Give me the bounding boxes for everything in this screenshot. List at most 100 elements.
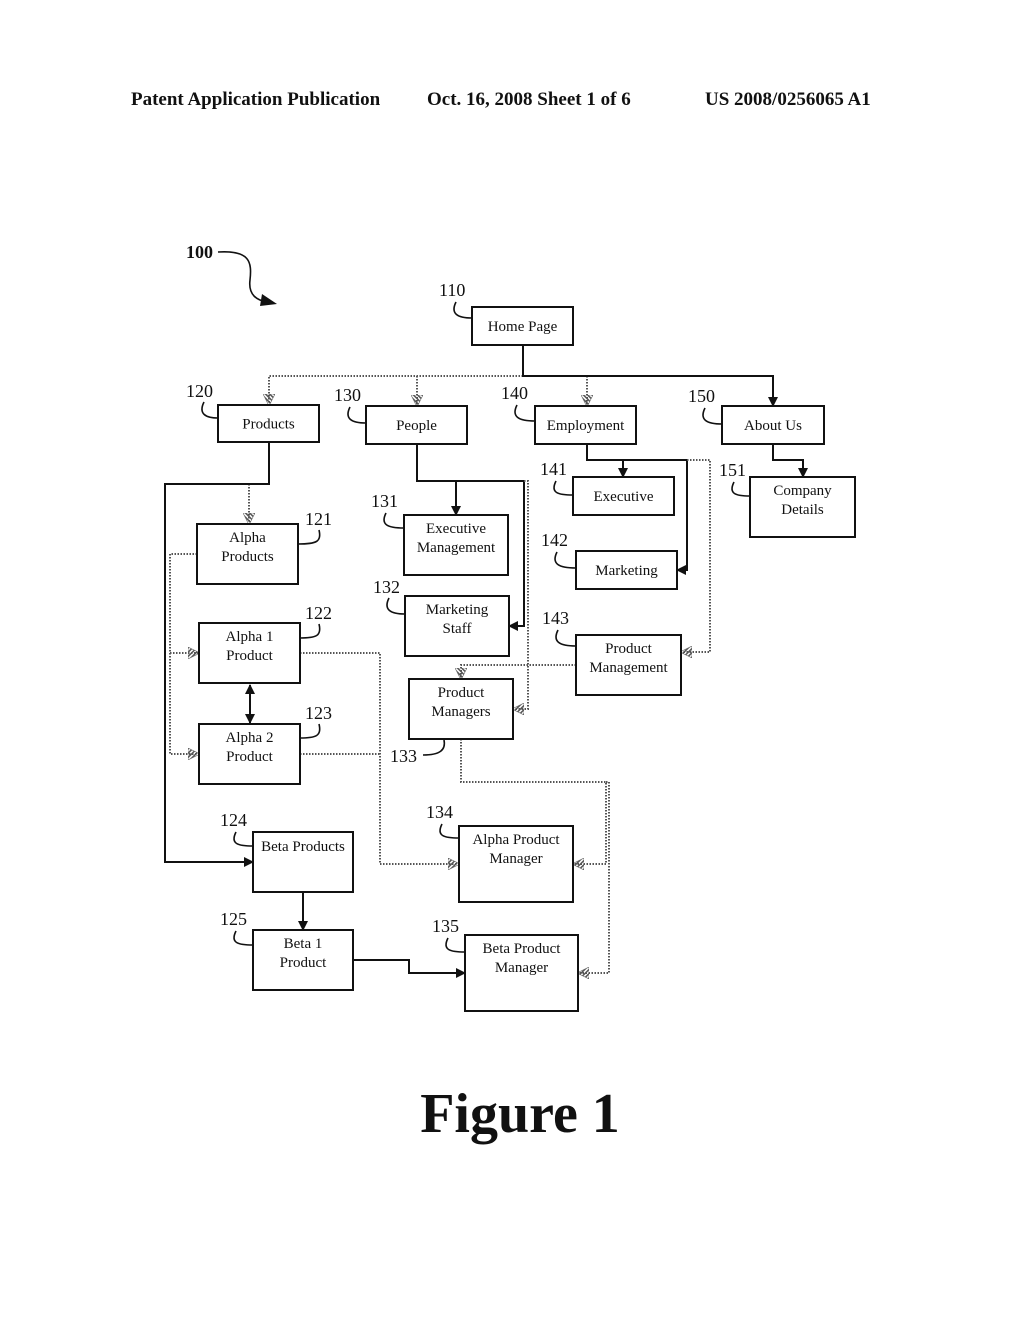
node-label: Alpha 2 [226,730,274,746]
edge-110-to-150 [522,345,778,407]
edge-125-to-135 [353,959,466,978]
node-132: Marketing Staff [404,595,510,657]
node-label: Company [773,483,832,499]
node-151: Company Details [749,476,856,538]
node-label: Employment [547,418,625,434]
node-label: Alpha Product [472,832,560,848]
node-label: Product [438,685,485,701]
node-123: Alpha 2 Product [198,723,301,785]
leader-line-150 [702,407,723,425]
node-131: Executive Management [403,514,509,576]
node-110: Home Page [471,306,574,346]
ref-numeral-134: 134 [426,802,453,822]
leader-line-124 [233,831,254,847]
node-140: Employment [534,405,637,445]
node-label: Managers [431,704,490,720]
ref-numeral-150: 150 [688,386,715,406]
node-label: Alpha [229,530,266,546]
leader-line-134 [439,823,460,839]
node-label: Alpha 1 [226,629,274,645]
figure-ref-label: 100 [186,242,213,262]
ref-numeral-133: 133 [390,746,417,766]
leader-line-135 [445,937,466,953]
node-label: Product [280,955,327,971]
leader-line-122 [299,623,321,639]
node-124: Beta Products [252,831,354,893]
node-label: Beta Product [483,941,562,957]
node-label: About Us [744,418,802,434]
leader-line-151 [731,481,751,497]
leader-line-120 [201,401,219,419]
edge-121-to-123 [169,653,199,754]
node-label: Executive [594,489,654,505]
edge-110-to-120 [269,375,523,405]
node-125: Beta 1 Product [252,929,354,991]
node-label: Manager [495,960,548,976]
node-142: Marketing [575,550,678,590]
node-120: Products [217,404,320,443]
ref-numeral-140: 140 [501,383,528,403]
ref-numeral-141: 141 [540,459,567,479]
node-label: Beta Products [261,839,345,855]
ref-numeral-123: 123 [305,703,332,723]
leader-line-131 [383,512,405,529]
ref-numeral-151: 151 [719,460,746,480]
ref-numeral-125: 125 [220,909,247,929]
node-label: Beta 1 [284,936,323,952]
leader-line-110 [453,301,473,319]
ref-numeral-130: 130 [334,385,361,405]
leader-line-140 [514,404,536,422]
ref-numeral-132: 132 [373,577,400,597]
node-135: Beta Product Manager [464,934,579,1012]
leader-line-141 [553,480,574,496]
node-122: Alpha 1 Product [198,622,301,684]
edge-121-to-122 [169,553,199,653]
node-label: Product [226,749,273,765]
edge-140-to-143 [681,459,711,652]
node-130: People [365,405,468,445]
node-143: Product Management [575,634,682,696]
leader-line-142 [554,551,577,569]
node-133: Product Managers [408,678,514,740]
ref-numeral-110: 110 [439,280,465,300]
node-label: People [396,418,437,434]
node-121: Alpha Products [196,523,299,585]
node-label: Product [226,648,273,664]
node-label: Details [781,502,824,518]
node-label: Product [605,641,652,657]
ref-numeral-142: 142 [541,530,568,550]
ref-numeral-122: 122 [305,603,332,623]
edge-150-to-151 [772,444,808,478]
node-label: Manager [489,851,542,867]
ref-numeral-143: 143 [542,608,569,628]
node-141: Executive [572,476,675,516]
edge-130-to-131 [416,444,461,516]
figure-ref-arrow [217,251,267,303]
leader-line-130 [347,406,367,424]
figure-ref-arrowhead-icon [260,294,277,306]
node-label: Marketing [595,563,658,579]
leader-line-123 [299,723,321,739]
leader-line-143 [555,629,577,647]
ref-numeral-124: 124 [220,810,247,830]
node-label: Products [221,549,274,565]
node-label: Home Page [488,319,558,335]
leader-line-133 [422,739,446,756]
node-label: Management [589,660,668,676]
node-134: Alpha Product Manager [458,825,574,903]
node-label: Staff [443,621,472,637]
edge-133-to-135 [578,781,610,973]
nodes-layer: Home Page Products People Employment About U… [196,306,856,1012]
ref-numeral-121: 121 [305,509,332,529]
ref-numeral-120: 120 [186,381,213,401]
leader-line-121 [297,529,321,545]
node-label: Executive [426,521,486,537]
edge-130-to-133 [513,480,529,709]
ref-numeral-135: 135 [432,916,459,936]
node-label: Management [417,540,496,556]
leader-line-132 [386,597,406,615]
edge-140-to-141 [586,444,628,478]
node-label: Marketing [426,602,489,618]
edge-143-to-133 [461,664,576,679]
leader-line-125 [233,930,254,946]
